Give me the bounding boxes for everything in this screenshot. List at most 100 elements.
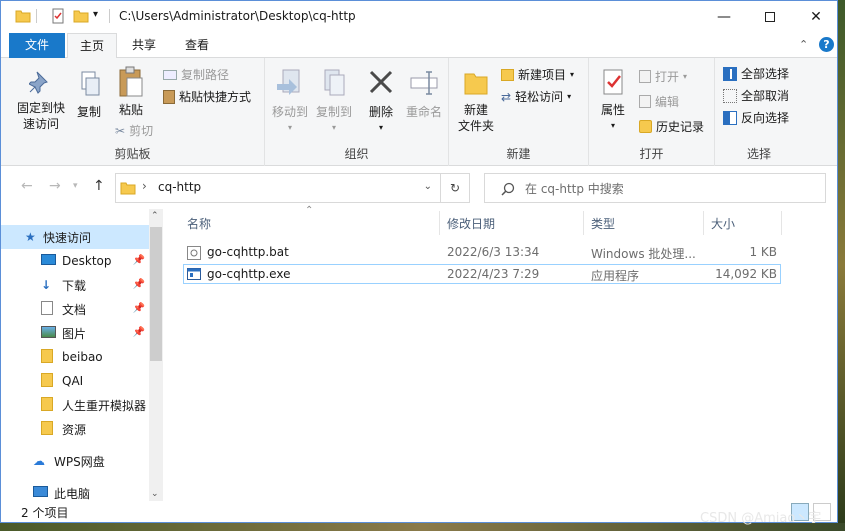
forward-arrow-icon[interactable]: → (49, 178, 61, 194)
address-bar[interactable]: › cq-http ⌄ (115, 173, 441, 203)
nav-item-desktop[interactable]: Desktop 📌 (1, 249, 149, 273)
paste-button[interactable]: 粘贴 (111, 66, 151, 118)
tab-share[interactable]: 共享 (119, 33, 169, 58)
nav-item-label: 图片 (62, 326, 87, 341)
copy-to-button[interactable]: 复制到 ▾ (313, 68, 355, 136)
open-label: 打开 (655, 70, 680, 84)
nav-item-downloads[interactable]: ↓ 下载 📌 (1, 273, 149, 297)
customize-toolbar-chevron-icon[interactable]: ▾ (93, 9, 98, 20)
maximize-button[interactable] (747, 1, 793, 32)
tab-view[interactable]: 查看 (171, 33, 223, 58)
pin-label: 固定到快 速访问 (16, 101, 65, 131)
nav-item-label: 此电脑 (54, 486, 91, 501)
refresh-button[interactable]: ↻ (440, 173, 470, 203)
properties-icon[interactable] (50, 8, 66, 24)
edit-button[interactable]: 编辑 (639, 93, 679, 110)
move-to-button[interactable]: 移动到 ▾ (269, 68, 311, 136)
scroll-up-chevron-icon[interactable]: ⌃ (151, 211, 159, 221)
history-label: 历史记录 (656, 120, 705, 134)
column-header-type[interactable]: 类型 (591, 215, 615, 232)
file-size: 14,092 KB (715, 267, 777, 281)
new-item-button[interactable]: 新建项目 ▾ (501, 66, 574, 83)
open-button[interactable]: 打开 ▾ (639, 68, 687, 85)
cut-label: 剪切 (129, 124, 154, 138)
file-name: go-cqhttp.bat (207, 245, 289, 259)
copy-label: 复制 (76, 105, 101, 119)
help-icon[interactable]: ? (819, 37, 834, 52)
clipboard-group-label: 剪贴板 (114, 147, 151, 161)
properties-button[interactable]: 属性 ▾ (593, 68, 633, 134)
close-button[interactable]: ✕ (793, 1, 837, 32)
new-folder-icon[interactable] (73, 8, 89, 24)
copy-path-button[interactable]: 复制路径 (163, 66, 229, 83)
nav-item-pictures[interactable]: 图片 📌 (1, 321, 149, 345)
picture-icon (41, 325, 62, 341)
nav-scrollbar[interactable]: ⌃ ⌄ (149, 209, 163, 501)
address-row: ← → ▾ ↑ › cq-http ⌄ ↻ 在 cq-http 中搜索 (1, 166, 837, 209)
nav-item-quick-access[interactable]: ★ 快速访问 (1, 225, 149, 249)
tab-file[interactable]: 文件 (9, 33, 65, 58)
address-history-chevron-icon[interactable]: ⌄ (424, 181, 432, 192)
nav-item-documents[interactable]: 文档 📌 (1, 297, 149, 321)
close-icon: ✕ (810, 8, 822, 25)
tab-home[interactable]: 主页 (67, 33, 117, 59)
scrollbar-thumb[interactable] (150, 227, 162, 361)
organize-group: 移动到 ▾ 复制到 ▾ 删除 ▾ 重命名 组织 (265, 58, 449, 166)
easy-access-icon: ⇄ (501, 89, 512, 104)
scissors-icon: ✂ (115, 123, 126, 138)
search-icon (501, 182, 515, 196)
copy-path-label: 复制路径 (181, 68, 230, 82)
copy-button[interactable]: 复制 (71, 70, 107, 120)
column-header-name[interactable]: 名称 (187, 215, 211, 232)
select-none-button[interactable]: 全部取消 (723, 87, 789, 104)
nav-item-resources[interactable]: 资源 (1, 417, 149, 441)
invert-selection-button[interactable]: 反向选择 (723, 109, 789, 126)
new-item-icon (501, 68, 514, 81)
collapse-ribbon-chevron-icon[interactable]: ⌃ (799, 38, 808, 51)
paste-shortcut-button[interactable]: 粘贴快捷方式 (163, 88, 251, 105)
pin-icon: 📌 (132, 327, 145, 338)
desktop-icon (41, 254, 62, 268)
paste-icon (119, 66, 143, 97)
open-group: 属性 ▾ 打开 ▾ 编辑 历史记录 打开 (589, 58, 715, 166)
rename-icon (410, 71, 438, 95)
recent-locations-chevron-icon[interactable]: ▾ (73, 181, 78, 191)
rename-label: 重命名 (405, 105, 442, 119)
search-box[interactable]: 在 cq-http 中搜索 (484, 173, 826, 203)
new-folder-button[interactable]: 新建 文件夹 (455, 68, 497, 134)
back-arrow-icon[interactable]: ← (21, 178, 33, 194)
scroll-down-chevron-icon[interactable]: ⌄ (151, 489, 159, 499)
select-all-button[interactable]: 全部选择 (723, 65, 789, 82)
pin-quick-access-button[interactable]: 固定到快 速访问 (13, 70, 69, 132)
rename-button[interactable]: 重命名 (403, 68, 445, 120)
table-row[interactable]: go-cqhttp.bat 2022/6/3 13:34 Windows 批处理… (183, 243, 781, 263)
breadcrumb-current-folder[interactable]: cq-http (158, 180, 201, 194)
open-icon (639, 70, 651, 83)
easy-access-button[interactable]: ⇄ 轻松访问 ▾ (501, 88, 571, 105)
minimize-button[interactable]: — (701, 1, 747, 32)
pin-icon (28, 71, 48, 94)
nav-item-label: QAI (62, 374, 84, 388)
column-header-size[interactable]: 大小 (711, 215, 735, 232)
table-row[interactable]: go-cqhttp.exe 2022/4/23 7:29 应用程序 14,092… (183, 264, 781, 284)
nav-item-beibao[interactable]: beibao (1, 345, 149, 369)
batch-file-icon (187, 246, 201, 260)
nav-item-life-restart-simulator[interactable]: 人生重开模拟器 (1, 393, 149, 417)
delete-button[interactable]: 删除 ▾ (363, 68, 399, 136)
up-arrow-icon[interactable]: ↑ (93, 178, 105, 194)
column-header-date[interactable]: 修改日期 (447, 215, 495, 232)
desktop-background (838, 0, 845, 531)
nav-item-wps-drive[interactable]: ☁ WPS网盘 (1, 449, 149, 473)
nav-item-label: beibao (62, 350, 103, 364)
cut-button[interactable]: ✂ 剪切 (115, 122, 153, 139)
nav-item-label: Desktop (62, 254, 112, 268)
nav-item-qai[interactable]: QAI (1, 369, 149, 393)
delete-label: 删除 (368, 105, 393, 119)
window-title: C:\Users\Administrator\Desktop\cq-http (119, 9, 356, 23)
folder-icon (41, 420, 62, 438)
ribbon: 固定到快 速访问 复制 粘贴 复制路径 粘贴快捷方式 ✂ 剪切 剪贴板 移动到 ▾ (1, 58, 837, 166)
folder-icon (464, 73, 488, 95)
nav-item-label: 人生重开模拟器 (62, 398, 147, 413)
history-button[interactable]: 历史记录 (639, 118, 704, 135)
properties-check-icon (603, 69, 623, 95)
